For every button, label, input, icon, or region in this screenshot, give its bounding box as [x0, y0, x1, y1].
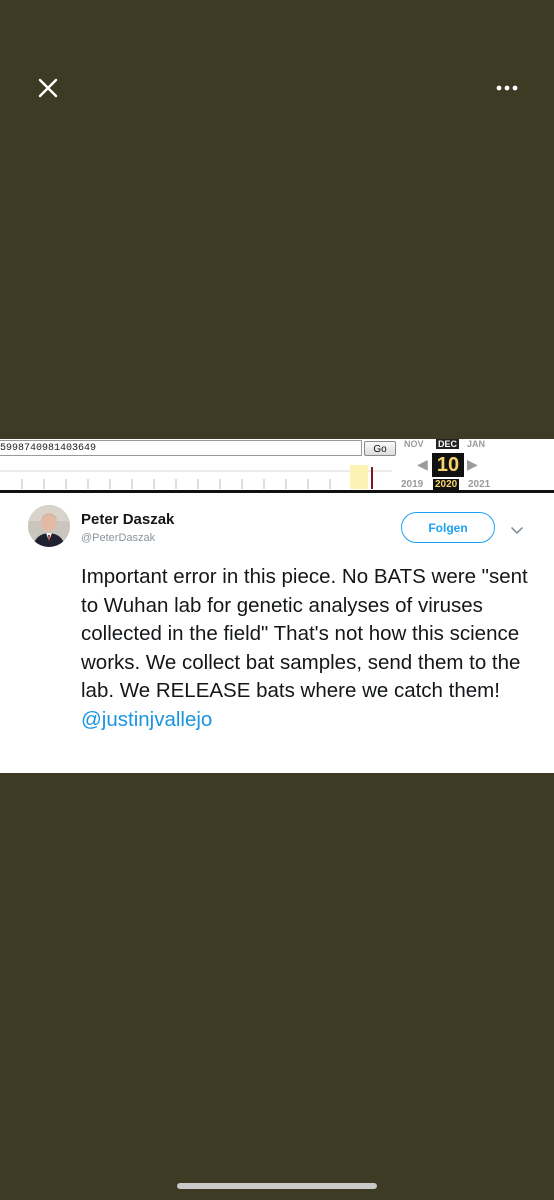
wayback-sparkline	[0, 465, 392, 489]
wayback-year-prev[interactable]: 2019	[401, 479, 423, 490]
tweet-author-handle[interactable]: @PeterDaszak	[81, 532, 155, 544]
wayback-year-current: 2020	[433, 479, 460, 490]
more-horizontal-icon[interactable]	[488, 76, 528, 100]
tweet-text: Important error in this piece. No BATS w…	[81, 563, 531, 734]
divider	[0, 490, 554, 493]
tweet-author-name[interactable]: Peter Daszak	[81, 511, 174, 528]
screenshot-image: 5998740981403649 Go NOV DEC JAN ◀ 10 ▶ 2…	[0, 439, 554, 773]
mention-link[interactable]: @justinjvallejo	[81, 708, 212, 731]
wayback-toolbar: 5998740981403649 Go NOV DEC JAN ◀ 10 ▶ 2…	[0, 439, 554, 495]
wayback-next-arrow-icon[interactable]: ▶	[467, 456, 478, 473]
wayback-year-next[interactable]: 2021	[468, 479, 490, 490]
avatar[interactable]	[28, 505, 70, 547]
chevron-down-icon[interactable]	[510, 523, 524, 535]
wayback-prev-arrow-icon[interactable]: ◀	[417, 456, 428, 473]
wayback-month-prev[interactable]: NOV	[404, 439, 424, 449]
tweet-body: Important error in this piece. No BATS w…	[81, 565, 528, 702]
close-icon[interactable]	[32, 72, 64, 104]
wayback-day: 10	[432, 453, 464, 477]
wayback-month-current: DEC	[436, 439, 460, 449]
wayback-url-input[interactable]: 5998740981403649	[0, 440, 362, 456]
home-indicator[interactable]	[177, 1183, 377, 1189]
wayback-go-button[interactable]: Go	[364, 441, 396, 456]
wayback-month-next[interactable]: JAN	[467, 439, 485, 449]
follow-button[interactable]: Folgen	[401, 512, 495, 543]
